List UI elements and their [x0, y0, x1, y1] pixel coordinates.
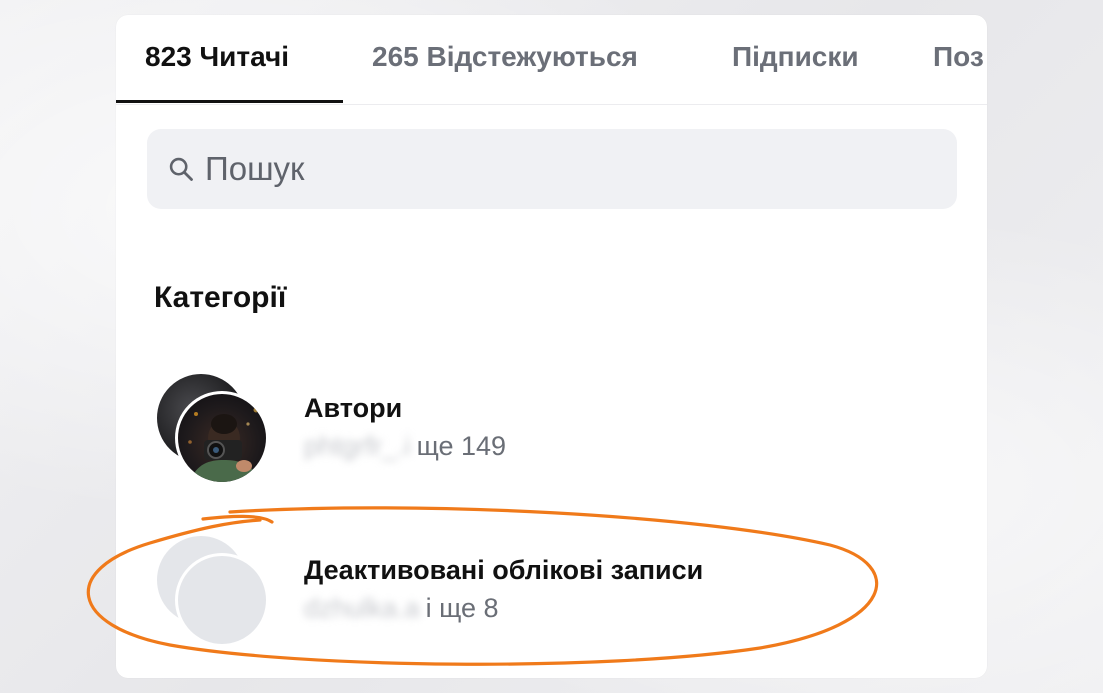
category-subtitle: phtgrfr_.i ще 149 — [304, 431, 506, 462]
avatar — [175, 391, 269, 485]
blurred-username: dzhulka.a — [304, 593, 420, 623]
search-input[interactable] — [205, 150, 905, 188]
active-tab-underline — [116, 100, 343, 103]
tab-bar: 823 Читачі 265 Відстежуються Підписки По… — [116, 15, 987, 105]
followers-panel: 823 Читачі 265 Відстежуються Підписки По… — [116, 15, 987, 678]
search-bar[interactable] — [147, 129, 957, 209]
avatar — [175, 553, 269, 647]
category-title: Деактивовані облікові записи — [304, 555, 704, 585]
category-count: і ще 8 — [425, 593, 499, 623]
tab-followers[interactable]: 823 Читачі — [145, 41, 289, 73]
avatar-stack — [154, 533, 274, 653]
search-icon — [169, 157, 193, 181]
category-row-deactivated[interactable]: Деактивовані облікові записи dzhulka.a і… — [154, 533, 954, 653]
category-subtitle: dzhulka.a і ще 8 — [304, 593, 499, 624]
categories-heading: Категорії — [154, 281, 287, 314]
category-row-authors[interactable]: Автори phtgrfr_.i ще 149 — [154, 371, 954, 491]
category-count: ще 149 — [416, 431, 507, 461]
category-title: Автори — [304, 393, 403, 423]
tab-subscriptions[interactable]: Підписки — [732, 41, 859, 73]
tab-truncated[interactable]: Поз — [933, 41, 984, 73]
blurred-username: phtgrfr_.i — [304, 431, 411, 461]
avatar-stack — [154, 371, 274, 491]
tab-following[interactable]: 265 Відстежуються — [372, 41, 638, 73]
